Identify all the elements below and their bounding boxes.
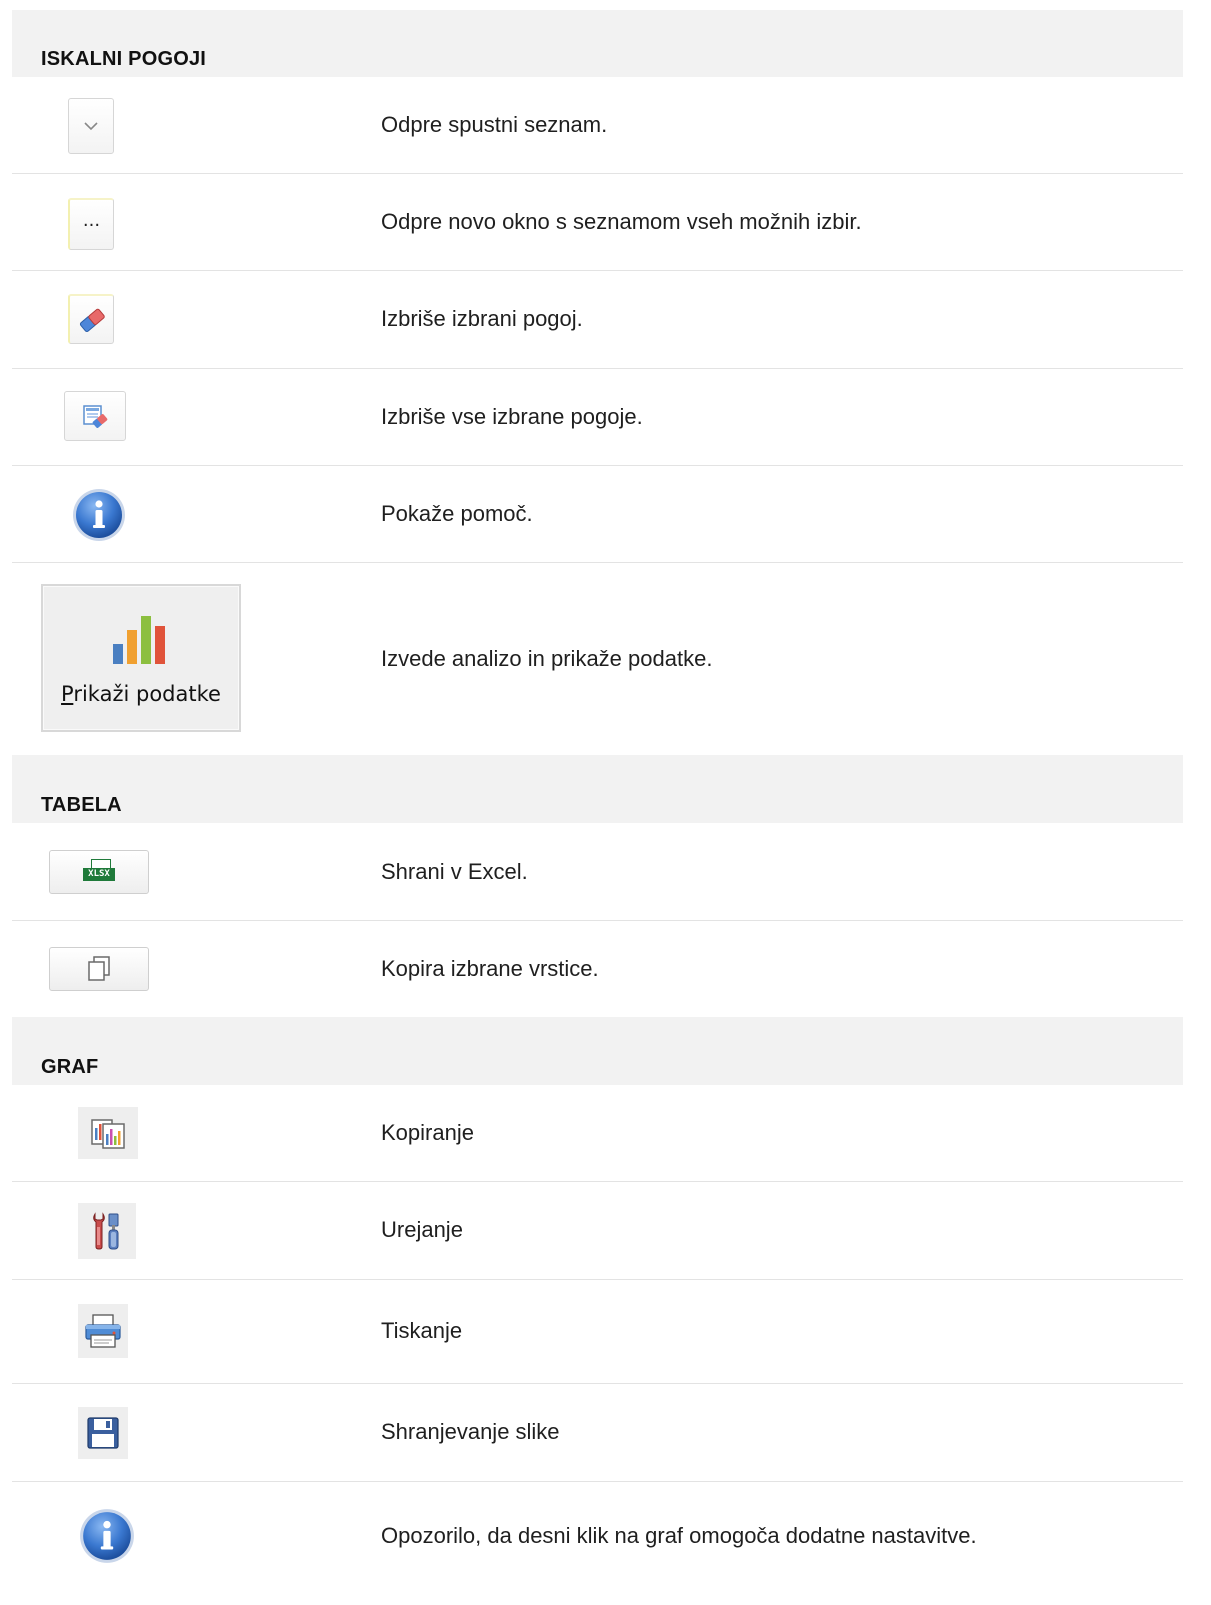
chevron-down-icon — [84, 121, 98, 130]
legend-row: Kopira izbrane vrstice. — [12, 920, 1183, 1017]
legend-row: Izbriše vse izbrane pogoje. — [12, 368, 1183, 466]
info-icon — [80, 1509, 134, 1563]
row-description: Kopiranje — [381, 1120, 474, 1145]
mnemonic-letter: P — [61, 682, 74, 706]
legend-row: Tiskanje — [12, 1279, 1183, 1384]
legend-row: XLSX Shrani v Excel. — [12, 823, 1183, 921]
show-data-button[interactable]: Prikaži podatke — [41, 584, 241, 732]
legend-row: Urejanje — [12, 1181, 1183, 1280]
copy-chart-button[interactable] — [78, 1107, 138, 1159]
export-excel-button[interactable]: XLSX — [49, 850, 149, 894]
ellipsis-icon: ... — [82, 210, 101, 231]
clear-all-conditions-button[interactable] — [64, 391, 126, 441]
row-description: Shrani v Excel. — [381, 858, 528, 884]
row-description: Kopira izbrane vrstice. — [381, 955, 599, 981]
edit-chart-button[interactable] — [78, 1203, 136, 1259]
tools-icon — [93, 1212, 119, 1250]
section-title: ISKALNI POGOJI — [41, 48, 207, 70]
row-description: Izvede analizo in prikaže podatke. — [381, 645, 713, 671]
legend-row: Odpre spustni seznam. — [12, 77, 1183, 174]
copy-chart-icon — [91, 1119, 125, 1149]
show-data-label: Prikaži podatke — [43, 682, 239, 706]
section-header-tabela: TABELA — [12, 755, 1183, 823]
clear-all-icon — [83, 405, 108, 428]
printer-icon — [85, 1314, 121, 1348]
section-title: GRAF — [41, 1056, 99, 1078]
floppy-disk-icon — [87, 1417, 119, 1449]
row-description: Odpre novo okno s seznamom vseh možnih i… — [381, 208, 862, 234]
row-description: Shranjevanje slike — [381, 1419, 560, 1444]
legend-row: Prikaži podatke Izvede analizo in prikaž… — [12, 562, 1183, 755]
copy-icon — [88, 956, 110, 981]
bar-chart-icon — [113, 616, 165, 664]
chart-info-button[interactable] — [78, 1507, 136, 1570]
browse-button[interactable]: ... — [68, 198, 114, 250]
eraser-icon — [79, 308, 105, 332]
legend-row: Opozorilo, da desni klik na graf omogoča… — [12, 1481, 1183, 1591]
section-header-iskalni-pogoji: ISKALNI POGOJI — [12, 10, 1183, 77]
legend-row: Pokaže pomoč. — [12, 465, 1183, 563]
xlsx-icon: XLSX — [83, 859, 115, 885]
row-description: Urejanje — [381, 1217, 463, 1242]
dropdown-button[interactable] — [68, 98, 114, 154]
print-chart-button[interactable] — [78, 1304, 128, 1358]
xlsx-label: XLSX — [83, 868, 115, 881]
save-image-button[interactable] — [78, 1407, 128, 1459]
row-description: Opozorilo, da desni klik na graf omogoča… — [381, 1523, 977, 1548]
legend-row: Shranjevanje slike — [12, 1383, 1183, 1482]
copy-rows-button[interactable] — [49, 947, 149, 991]
clear-condition-button[interactable] — [68, 294, 114, 344]
row-description: Pokaže pomoč. — [381, 500, 533, 526]
row-description: Tiskanje — [381, 1318, 463, 1343]
help-button[interactable] — [71, 487, 127, 548]
row-description: Odpre spustni seznam. — [381, 112, 608, 137]
legend-row: Izbriše izbrani pogoj. — [12, 270, 1183, 369]
legend-row: Kopiranje — [12, 1085, 1183, 1182]
page: ISKALNI POGOJI Odpre spustni seznam. ...… — [0, 0, 1211, 1605]
legend-row: ... Odpre novo okno s seznamom vseh možn… — [12, 173, 1183, 271]
section-header-graf: GRAF — [12, 1017, 1183, 1085]
row-description: Izbriše izbrani pogoj. — [381, 306, 583, 331]
section-title: TABELA — [41, 794, 122, 816]
button-label-rest: rikaži podatke — [73, 682, 221, 706]
info-icon — [73, 489, 125, 541]
row-description: Izbriše vse izbrane pogoje. — [381, 403, 643, 429]
